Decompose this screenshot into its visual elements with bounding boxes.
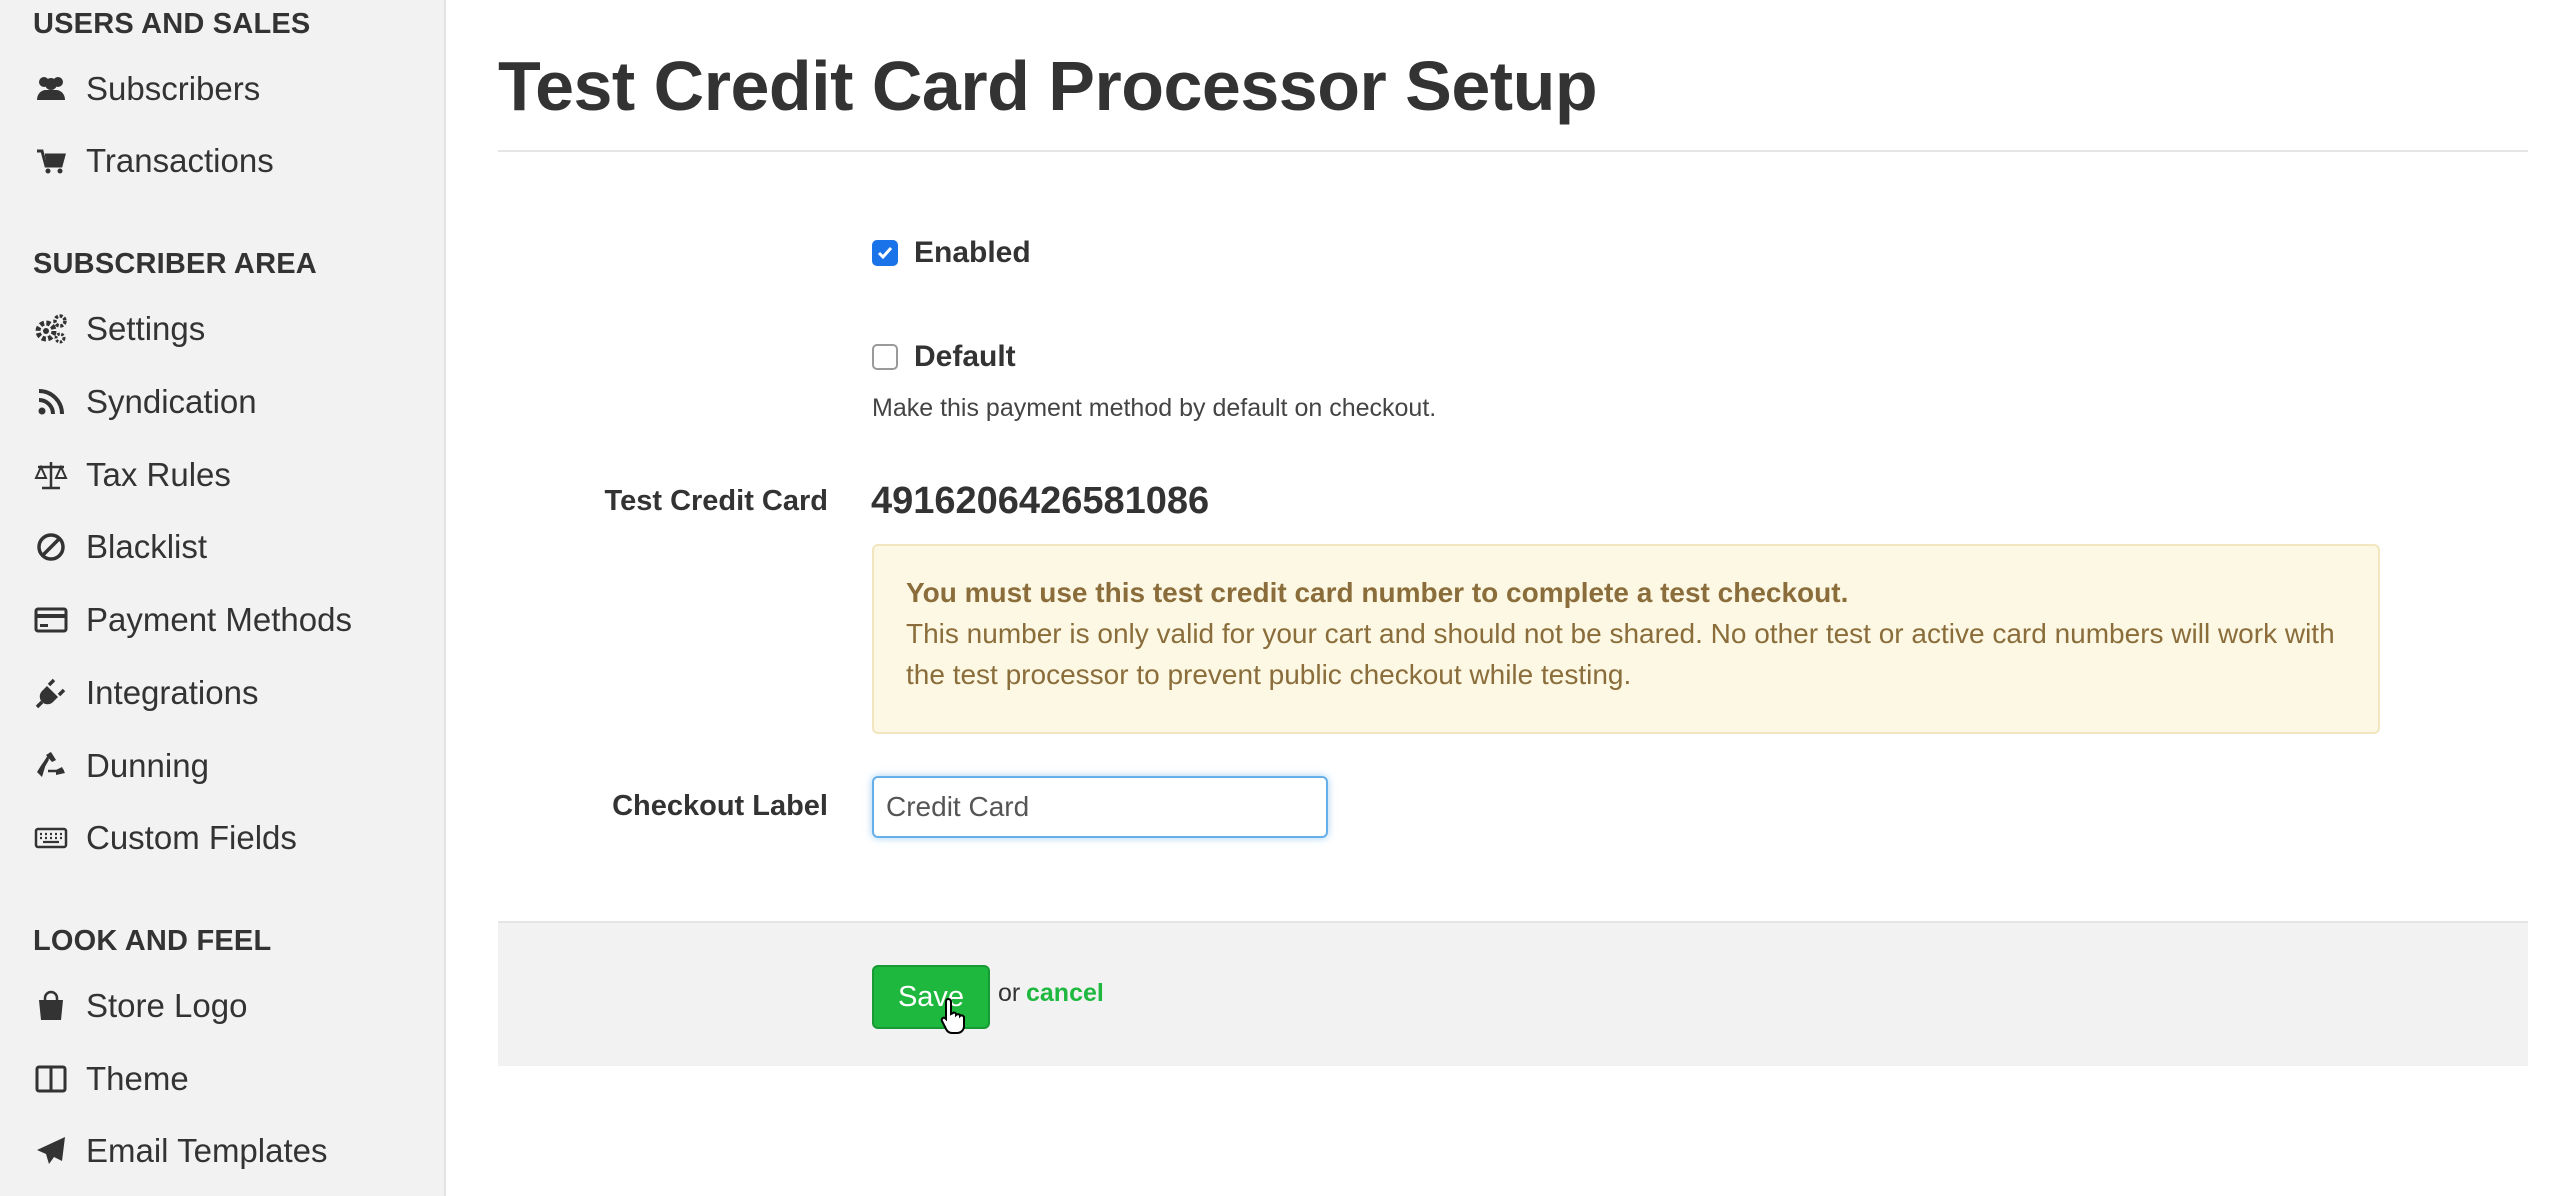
sidebar-item-label: Store Logo	[86, 987, 248, 1024]
default-label: Default	[914, 340, 1016, 373]
sidebar-item-label: Transactions	[86, 142, 274, 179]
sidebar-item-label: Blacklist	[86, 528, 208, 565]
rss-icon	[34, 385, 72, 419]
sidebar-item-syndication[interactable]: Syndication	[34, 377, 257, 427]
alert-heading: You must use this test credit card numbe…	[906, 577, 1849, 608]
keyboard-icon	[34, 821, 72, 855]
cancel-link[interactable]: cancel	[1026, 979, 1104, 1008]
sidebar-item-dunning[interactable]: Dunning	[34, 741, 209, 791]
sidebar-item-label: Theme	[86, 1060, 189, 1097]
sidebar-item-custom-fields[interactable]: Custom Fields	[34, 813, 297, 863]
title-divider	[498, 150, 2528, 152]
alert-body: This number is only valid for your cart …	[906, 618, 2335, 690]
sidebar-item-label: Payment Methods	[86, 601, 352, 638]
recycle-icon	[34, 749, 72, 783]
form-actions: Save or cancel	[498, 921, 2528, 1066]
main-content: Test Credit Card Processor Setup Enabled…	[498, 0, 2528, 1196]
cart-icon	[34, 144, 72, 178]
sidebar-item-settings[interactable]: Settings	[34, 304, 205, 354]
sidebar-item-label: Dunning	[86, 747, 209, 784]
test-card-number: 4916206426581086	[871, 480, 1210, 522]
default-help-text: Make this payment method by default on c…	[872, 394, 1437, 422]
sidebar-item-payment-methods[interactable]: Payment Methods	[34, 595, 352, 645]
sidebar-section-users-and-sales: USERS AND SALES	[33, 8, 311, 40]
default-checkbox[interactable]	[872, 344, 898, 370]
sidebar-item-label: Subscribers	[86, 70, 261, 107]
credit-card-icon	[34, 603, 72, 637]
shopping-bag-icon	[34, 989, 72, 1023]
sidebar-item-label: Tax Rules	[86, 456, 231, 493]
sidebar-item-store-logo[interactable]: Store Logo	[34, 981, 247, 1031]
sidebar-item-blacklist[interactable]: Blacklist	[34, 522, 207, 572]
sidebar-section-look-and-feel: LOOK AND FEEL	[33, 925, 272, 957]
scale-icon	[34, 458, 72, 492]
sidebar-item-tax-rules[interactable]: Tax Rules	[34, 450, 231, 500]
sidebar-item-label: Integrations	[86, 674, 259, 711]
checkmark-icon	[877, 247, 893, 260]
enabled-checkbox-row[interactable]: Enabled	[872, 236, 1031, 270]
sidebar-item-transactions[interactable]: Transactions	[34, 136, 274, 186]
paper-plane-icon	[34, 1134, 72, 1168]
hand-cursor-icon	[940, 997, 965, 1034]
columns-icon	[34, 1062, 72, 1096]
ban-icon	[34, 530, 72, 564]
checkout-label-label: Checkout Label	[612, 790, 828, 822]
sidebar-item-subscribers[interactable]: Subscribers	[34, 64, 260, 114]
sidebar-item-theme[interactable]: Theme	[34, 1054, 189, 1104]
default-checkbox-row[interactable]: Default	[872, 340, 1016, 374]
save-button[interactable]: Save	[872, 965, 990, 1029]
test-credit-card-label: Test Credit Card	[604, 485, 828, 517]
sidebar-item-label: Custom Fields	[86, 819, 297, 856]
sidebar-section-subscriber-area: SUBSCRIBER AREA	[33, 248, 317, 280]
app-root: USERS AND SALES Subscribers Transactions…	[0, 0, 2564, 1196]
test-card-alert: You must use this test credit card numbe…	[872, 544, 2380, 734]
checkout-label-input[interactable]	[872, 776, 1328, 838]
users-icon	[34, 72, 72, 106]
sidebar-item-label: Email Templates	[86, 1132, 328, 1169]
sidebar-item-integrations[interactable]: Integrations	[34, 668, 258, 718]
enabled-checkbox[interactable]	[872, 240, 898, 266]
page-title: Test Credit Card Processor Setup	[498, 47, 1598, 125]
sidebar-item-label: Syndication	[86, 383, 257, 420]
enabled-label: Enabled	[914, 236, 1031, 269]
gears-icon	[34, 312, 72, 346]
or-text: or	[998, 979, 1021, 1007]
sidebar-item-label: Settings	[86, 310, 206, 347]
sidebar-item-email-templates[interactable]: Email Templates	[34, 1126, 328, 1176]
sidebar: USERS AND SALES Subscribers Transactions…	[0, 0, 446, 1196]
plug-icon	[34, 676, 72, 710]
